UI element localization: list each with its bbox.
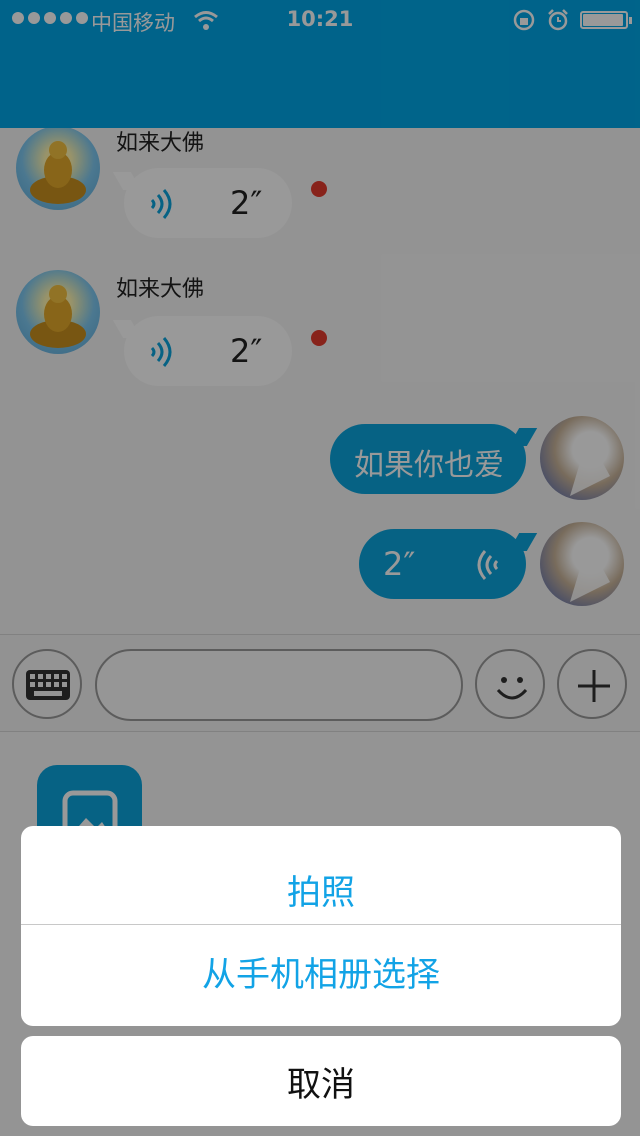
choose-from-album-button[interactable]: 从手机相册选择: [21, 922, 621, 1020]
action-sheet: 拍照 从手机相册选择: [21, 826, 621, 1026]
cancel-button[interactable]: 取消: [21, 1036, 621, 1126]
